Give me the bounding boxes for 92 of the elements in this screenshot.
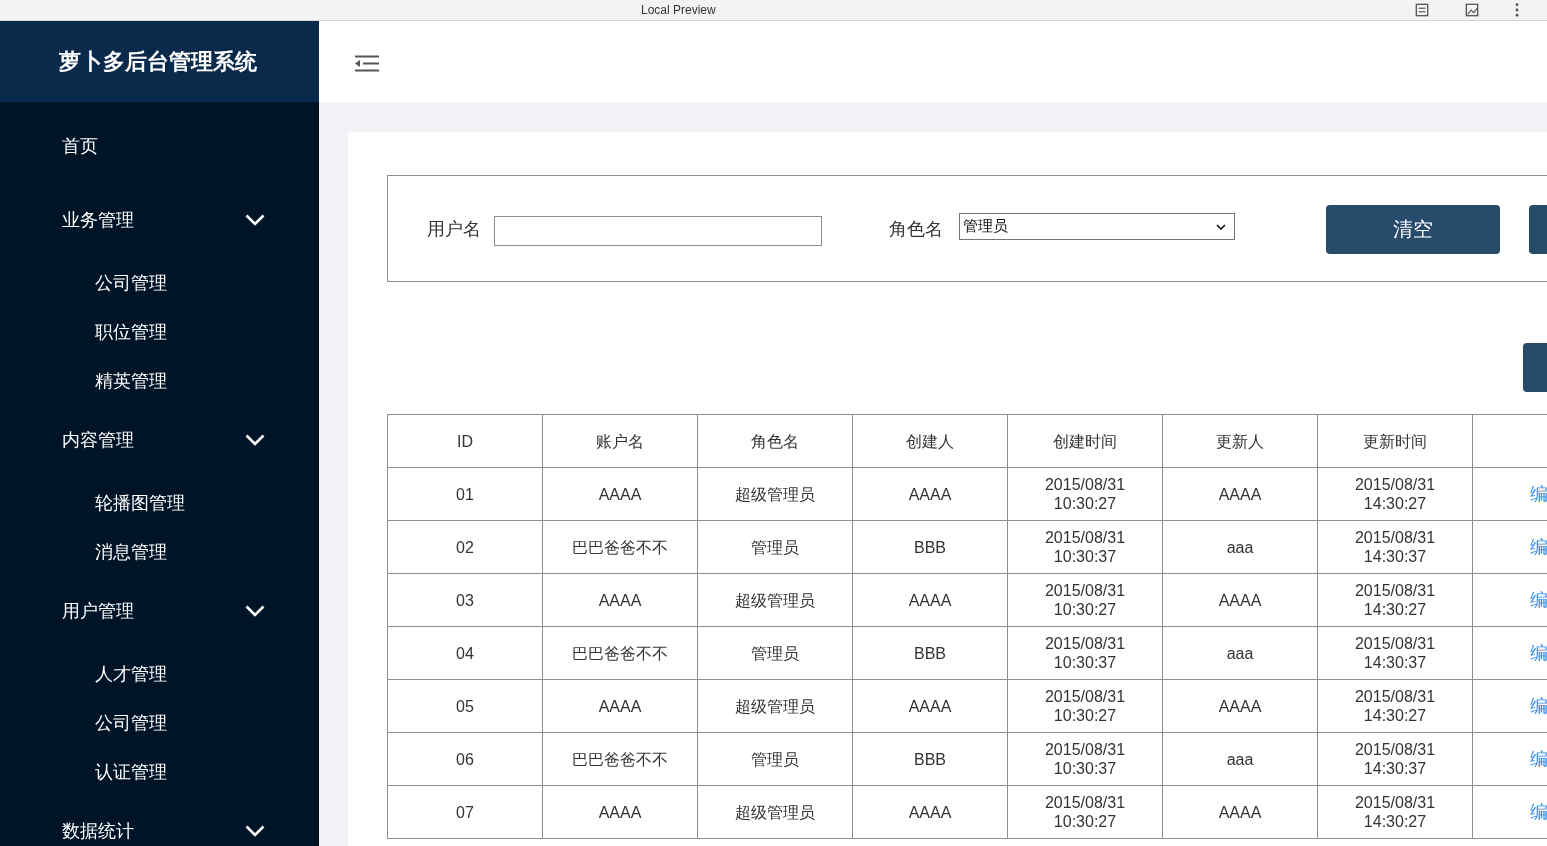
menu-item[interactable]: 业务管理 bbox=[62, 209, 134, 231]
table-cell: BBB bbox=[852, 626, 1008, 680]
field-label: 用户名 bbox=[427, 217, 481, 240]
column-header: 角色名 bbox=[697, 414, 853, 468]
table-cell: AAAA bbox=[852, 785, 1008, 839]
edit-link[interactable]: 编 bbox=[1530, 537, 1547, 557]
edit-link[interactable]: 编 bbox=[1530, 749, 1547, 769]
image-icon[interactable] bbox=[1465, 3, 1479, 17]
table-cell: 01 bbox=[387, 467, 543, 521]
table-cell: 管理员 bbox=[697, 520, 853, 574]
table-cell: 2015/08/31 10:30:27 bbox=[1007, 467, 1163, 521]
chevron-down-icon[interactable] bbox=[245, 434, 265, 446]
table-cell: 巴巴爸爸不不 bbox=[542, 520, 698, 574]
table-cell: AAAA bbox=[542, 679, 698, 733]
column-header: 账户名 bbox=[542, 414, 698, 468]
menu-item[interactable]: 数据统计 bbox=[62, 820, 134, 842]
menu-item[interactable]: 首页 bbox=[62, 135, 98, 157]
submenu-item[interactable]: 精英管理 bbox=[95, 369, 167, 392]
submenu-item[interactable]: 职位管理 bbox=[95, 320, 167, 343]
table-cell: 2015/08/31 14:30:37 bbox=[1317, 732, 1473, 786]
table-cell: 2015/08/31 14:30:27 bbox=[1317, 573, 1473, 627]
table-cell: 2015/08/31 10:30:27 bbox=[1007, 573, 1163, 627]
table-cell: AAAA bbox=[1162, 573, 1318, 627]
document-icon[interactable] bbox=[1415, 3, 1429, 17]
chevron-down-icon[interactable] bbox=[245, 214, 265, 226]
table-cell: BBB bbox=[852, 520, 1008, 574]
table-cell: 2015/08/31 10:30:37 bbox=[1007, 626, 1163, 680]
table-cell: 2015/08/31 10:30:37 bbox=[1007, 732, 1163, 786]
table-cell: 03 bbox=[387, 573, 543, 627]
table-cell: 05 bbox=[387, 679, 543, 733]
table-cell: 超级管理员 bbox=[697, 679, 853, 733]
table-cell: AAAA bbox=[542, 467, 698, 521]
edit-link[interactable]: 编 bbox=[1530, 484, 1547, 504]
menu-item[interactable]: 用户管理 bbox=[62, 600, 134, 622]
table-cell: aaa bbox=[1162, 732, 1318, 786]
table-cell: 管理员 bbox=[697, 732, 853, 786]
edit-link[interactable]: 编 bbox=[1530, 590, 1547, 610]
table-cell: AAAA bbox=[1162, 785, 1318, 839]
table-cell: 管理员 bbox=[697, 626, 853, 680]
edit-link[interactable]: 编 bbox=[1530, 696, 1547, 716]
column-header: ID bbox=[387, 414, 543, 468]
edit-link[interactable]: 编 bbox=[1530, 802, 1547, 822]
column-header: 更新时间 bbox=[1317, 414, 1473, 468]
submenu-item[interactable]: 消息管理 bbox=[95, 540, 167, 563]
app-title: 萝卜多后台管理系统 bbox=[58, 47, 257, 76]
table-cell: 2015/08/31 10:30:27 bbox=[1007, 679, 1163, 733]
table-cell: AAAA bbox=[1162, 679, 1318, 733]
table-cell: 2015/08/31 10:30:37 bbox=[1007, 520, 1163, 574]
table-cell: 2015/08/31 14:30:37 bbox=[1317, 626, 1473, 680]
submenu-item[interactable]: 公司管理 bbox=[95, 271, 167, 294]
table-cell: 2015/08/31 14:30:27 bbox=[1317, 679, 1473, 733]
table-cell: 2015/08/31 14:30:37 bbox=[1317, 520, 1473, 574]
table-cell: aaa bbox=[1162, 626, 1318, 680]
menu-item[interactable]: 内容管理 bbox=[62, 429, 134, 451]
chevron-down-icon bbox=[1216, 223, 1226, 230]
submenu-item[interactable]: 人才管理 bbox=[95, 662, 167, 685]
table-cell: AAAA bbox=[1162, 467, 1318, 521]
table-cell: 巴巴爸爸不不 bbox=[542, 626, 698, 680]
table-cell: AAAA bbox=[852, 679, 1008, 733]
table-cell: 2015/08/31 14:30:27 bbox=[1317, 467, 1473, 521]
table-cell: 超级管理员 bbox=[697, 785, 853, 839]
more-options-icon[interactable] bbox=[1515, 3, 1519, 17]
select-field[interactable]: 管理员 bbox=[959, 213, 1235, 240]
table-cell: AAAA bbox=[542, 785, 698, 839]
table-cell: aaa bbox=[1162, 520, 1318, 574]
table-cell: BBB bbox=[852, 732, 1008, 786]
field-label: 角色名 bbox=[889, 217, 943, 240]
column-header: 更新人 bbox=[1162, 414, 1318, 468]
table-cell: 07 bbox=[387, 785, 543, 839]
table-cell: 超级管理员 bbox=[697, 467, 853, 521]
submenu-item[interactable]: 公司管理 bbox=[95, 711, 167, 734]
text-field[interactable] bbox=[494, 215, 822, 246]
chevron-down-icon[interactable] bbox=[245, 825, 265, 837]
table-cell: AAAA bbox=[542, 573, 698, 627]
table-cell: 02 bbox=[387, 520, 543, 574]
submenu-item[interactable]: 轮播图管理 bbox=[95, 491, 185, 514]
table-cell: 超级管理员 bbox=[697, 573, 853, 627]
table-cell: 06 bbox=[387, 732, 543, 786]
browser-title: Local Preview bbox=[641, 3, 716, 17]
table-cell: AAAA bbox=[852, 573, 1008, 627]
edit-link[interactable]: 编 bbox=[1530, 643, 1547, 663]
column-header: 创建人 bbox=[852, 414, 1008, 468]
table-cell: AAAA bbox=[852, 467, 1008, 521]
chevron-down-icon[interactable] bbox=[245, 605, 265, 617]
column-header: 创建时间 bbox=[1007, 414, 1163, 468]
table-cell: 04 bbox=[387, 626, 543, 680]
table-cell: 2015/08/31 10:30:27 bbox=[1007, 785, 1163, 839]
filter-button[interactable]: 清空 bbox=[1326, 205, 1500, 254]
table-cell: 2015/08/31 14:30:27 bbox=[1317, 785, 1473, 839]
menu-fold-icon[interactable] bbox=[355, 54, 379, 72]
table-cell: 巴巴爸爸不不 bbox=[542, 732, 698, 786]
submenu-item[interactable]: 认证管理 bbox=[95, 760, 167, 783]
